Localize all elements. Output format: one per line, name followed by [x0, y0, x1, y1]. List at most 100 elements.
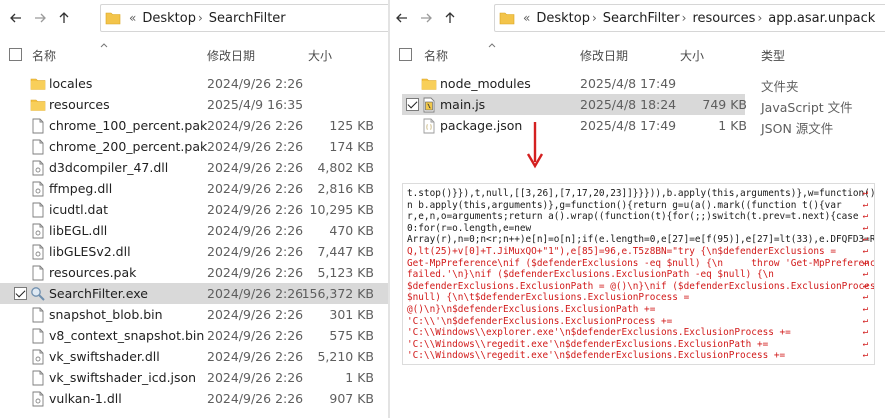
wrap-arrow-icon: ↵	[862, 350, 868, 361]
breadcrumb-searchfilter[interactable]: SearchFilter	[209, 11, 286, 26]
arrow-up-icon	[445, 12, 455, 23]
list-item[interactable]: resources 2025/4/9 16:35	[0, 94, 388, 115]
file-name: main.js	[440, 97, 486, 112]
list-item[interactable]: libGLESv2.dll 2024/9/26 2:26 7,447 KB	[0, 241, 388, 262]
column-date-header[interactable]: 修改日期	[580, 47, 628, 64]
code-text: Get-MpPreference\nif ($defenderExclusion…	[407, 257, 874, 269]
column-size-header[interactable]: 大小	[308, 47, 332, 64]
file-type: 文件夹	[761, 79, 799, 94]
code-line: r,e,n,o=arguments;return a().wrap((funct…	[407, 211, 874, 223]
wrap-arrow-icon: ↵	[862, 245, 868, 256]
exe-icon	[30, 286, 46, 302]
wrap-arrow-icon: ↵	[862, 188, 868, 198]
list-item[interactable]: snapshot_blob.bin 2024/9/26 2:26 301 KB	[0, 304, 388, 325]
forward-button[interactable]	[30, 8, 50, 28]
right-column-header: 名称 修改日期 大小 类型	[390, 42, 885, 66]
code-text: n b.apply(this,arguments)},g=function(){…	[407, 199, 842, 211]
file-name: vulkan-1.dll	[49, 391, 122, 406]
file-type: JavaScript 文件	[761, 100, 853, 115]
breadcrumb-separator-icon: ›	[757, 11, 763, 25]
select-all-checkbox[interactable]	[9, 48, 22, 61]
wrap-arrow-icon: ↵	[862, 257, 868, 268]
list-item[interactable]: main.js 2025/4/8 18:24 749 KB JavaScript 文件	[402, 94, 853, 115]
file-date: 2024/9/26 2:26	[207, 391, 304, 406]
breadcrumb-resources[interactable]: resources	[692, 11, 755, 26]
arrow-right-icon	[35, 13, 46, 23]
breadcrumb-app-asar-unpack[interactable]: app.asar.unpack	[768, 11, 875, 26]
list-item[interactable]: node_modules 2025/4/8 17:49 文件夹	[390, 73, 885, 94]
file-size: 907 KB	[329, 391, 374, 406]
file-name: locales	[49, 76, 93, 91]
column-size-header[interactable]: 大小	[680, 47, 704, 64]
file-size: 174 KB	[329, 139, 374, 154]
breadcrumb-searchfilter[interactable]: SearchFilter	[603, 11, 680, 26]
list-item[interactable]: v8_context_snapshot.bin 2024/9/26 2:26 575…	[0, 325, 388, 346]
file-date: 2025/4/9 16:35	[207, 97, 304, 112]
file-icon	[30, 265, 46, 281]
arrow-down-icon	[526, 122, 544, 169]
file-name: SearchFilter.exe	[49, 286, 148, 301]
dll-icon	[30, 349, 46, 365]
folder-icon	[30, 97, 46, 113]
code-preview: t.stop()}}),t,null,[[3,26],[7,17,20,23]]…	[402, 183, 875, 365]
list-item[interactable]: locales 2024/9/26 2:26	[0, 73, 388, 94]
wrap-arrow-icon: ↵	[862, 338, 868, 349]
list-item[interactable]: chrome_200_percent.pak 2024/9/26 2:26 174 …	[0, 136, 388, 157]
row-checkbox[interactable]	[14, 287, 27, 300]
code-line: 0:for(r=o.length,e=new ↵	[407, 223, 874, 235]
list-item[interactable]: ffmpeg.dll 2024/9/26 2:26 2,816 KB	[0, 178, 388, 199]
code-line: failed.'\n}\nif ($defenderExclusions.Exc…	[407, 269, 874, 281]
file-name: resources.pak	[49, 265, 137, 280]
arrow-up-icon	[59, 12, 69, 23]
breadcrumb-overflow[interactable]: «	[523, 11, 530, 25]
file-name: libGLESv2.dll	[49, 244, 131, 259]
column-name-header[interactable]: 名称	[32, 47, 56, 64]
code-text: 'C:\\Windows\\regedit.exe'\n$defenderExc…	[407, 350, 786, 362]
file-date: 2025/4/8 17:49	[580, 118, 677, 133]
code-text: 'C:\\Windows\\explorer.exe'\n$defenderEx…	[407, 327, 791, 339]
arrow-left-icon	[396, 13, 407, 23]
list-item[interactable]: libEGL.dll 2024/9/26 2:26 470 KB	[0, 220, 388, 241]
list-item[interactable]: package.json 2025/4/8 17:49 1 KB JSON 源文件	[390, 115, 885, 136]
breadcrumb-desktop[interactable]: Desktop	[142, 11, 196, 26]
up-button[interactable]	[440, 8, 460, 28]
file-date: 2024/9/26 2:26	[207, 328, 304, 343]
column-type-header[interactable]: 类型	[761, 47, 785, 64]
right-address-bar-area: « Desktop › SearchFilter › resources › a…	[390, 0, 885, 36]
list-item[interactable]: icudtl.dat 2024/9/26 2:26 10,295 KB	[0, 199, 388, 220]
file-date: 2025/4/8 18:24	[580, 97, 677, 112]
column-date-header[interactable]: 修改日期	[207, 47, 255, 64]
code-text: @()\n}\n$defenderExclusions.ExclusionPat…	[407, 303, 656, 315]
list-item[interactable]: vk_swiftshader.dll 2024/9/26 2:26 5,210 KB	[0, 346, 388, 367]
forward-button[interactable]	[416, 8, 436, 28]
back-button[interactable]	[6, 8, 26, 28]
back-button[interactable]	[392, 8, 412, 28]
file-icon	[30, 118, 46, 134]
up-button[interactable]	[54, 8, 74, 28]
file-name: snapshot_blob.bin	[49, 307, 163, 322]
column-name-header[interactable]: 名称	[424, 47, 448, 64]
code-text: Array(r),n=0;n<r;n++)e[n]=o[n];if(e.leng…	[407, 234, 874, 246]
file-icon	[30, 202, 46, 218]
list-item[interactable]: vulkan-1.dll 2024/9/26 2:26 907 KB	[0, 388, 388, 409]
left-address-bar[interactable]: « Desktop › SearchFilter	[100, 4, 388, 32]
breadcrumb-desktop[interactable]: Desktop	[536, 11, 590, 26]
file-size: 575 KB	[329, 328, 374, 343]
breadcrumb-overflow[interactable]: «	[129, 11, 136, 25]
list-item[interactable]: d3dcompiler_47.dll 2024/9/26 2:26 4,802 KB	[0, 157, 388, 178]
list-item[interactable]: SearchFilter.exe 2024/9/26 2:26 156,372 KB	[0, 283, 388, 304]
right-address-bar[interactable]: « Desktop › SearchFilter › resources › a…	[494, 4, 885, 32]
list-item[interactable]: vk_swiftshader_icd.json 2024/9/26 2:26 1 K…	[0, 367, 388, 388]
list-item[interactable]: resources.pak 2024/9/26 2:26 5,123 KB	[0, 262, 388, 283]
wrap-arrow-icon: ↵	[862, 280, 868, 291]
file-date: 2024/9/26 2:26	[207, 181, 304, 196]
list-item[interactable]: chrome_100_percent.pak 2024/9/26 2:26 125 …	[0, 115, 388, 136]
file-size: 156,372 KB	[301, 286, 374, 301]
row-checkbox[interactable]	[406, 98, 419, 111]
file-size: 4,802 KB	[317, 160, 374, 175]
file-date: 2024/9/26 2:26	[207, 139, 304, 154]
select-all-checkbox[interactable]	[399, 48, 412, 61]
code-line: @()\n}\n$defenderExclusions.ExclusionPat…	[407, 304, 874, 316]
left-address-bar-area: « Desktop › SearchFilter	[0, 0, 388, 36]
wrap-arrow-icon: ↵	[862, 269, 868, 280]
